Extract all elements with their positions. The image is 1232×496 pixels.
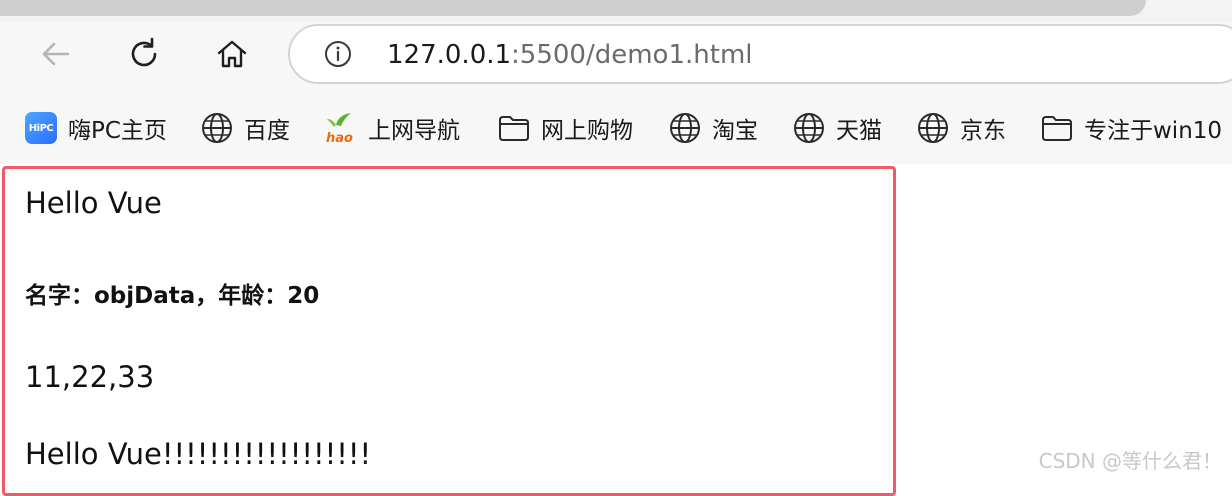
home-button[interactable] bbox=[212, 34, 252, 74]
hipc-logo-icon: HiPC bbox=[24, 111, 58, 145]
hao-logo-icon: hao bbox=[324, 111, 358, 145]
bookmark-taobao[interactable]: 淘宝 bbox=[668, 110, 758, 146]
home-icon bbox=[217, 40, 247, 68]
bookmark-jd[interactable]: 京东 bbox=[916, 110, 1006, 146]
bookmark-folder-shopping[interactable]: 网上购物 bbox=[497, 110, 633, 146]
hipc-badge: HiPC bbox=[25, 112, 57, 144]
arrow-left-icon bbox=[42, 42, 70, 66]
bookmark-baidu[interactable]: 百度 bbox=[200, 110, 290, 146]
globe-icon bbox=[916, 111, 950, 145]
svg-text:hao: hao bbox=[326, 131, 353, 145]
csdn-watermark: CSDN @等什么君！ bbox=[1038, 449, 1222, 473]
bookmark-label: 专注于win10 bbox=[1084, 118, 1223, 144]
info-icon[interactable] bbox=[324, 40, 352, 68]
bookmark-folder-win10[interactable]: 专注于win10 bbox=[1040, 110, 1222, 146]
tab-strip bbox=[0, 0, 1232, 22]
bookmark-hao-nav[interactable]: hao 上网导航 bbox=[324, 110, 460, 146]
bookmark-tmall[interactable]: 天猫 bbox=[792, 110, 882, 146]
globe-icon bbox=[792, 111, 826, 145]
bookmark-label: 淘宝 bbox=[712, 118, 758, 144]
bookmark-label: 嗨PC主页 bbox=[68, 118, 167, 144]
folder-icon bbox=[497, 111, 531, 145]
bookmark-label: 上网导航 bbox=[368, 118, 460, 144]
url-host: 127.0.0.1 bbox=[387, 40, 512, 70]
globe-icon bbox=[668, 111, 702, 145]
bookmark-label: 天猫 bbox=[836, 118, 882, 144]
message-excited-text: Hello Vue!!!!!!!!!!!!!!!!!! bbox=[25, 437, 372, 471]
globe-icon bbox=[200, 111, 234, 145]
bookmark-label: 京东 bbox=[960, 118, 1006, 144]
active-tab[interactable] bbox=[0, 0, 1146, 16]
bookmark-hipc[interactable]: HiPC 嗨PC主页 bbox=[24, 110, 167, 146]
bookmark-label: 百度 bbox=[244, 118, 290, 144]
bookmark-label: 网上购物 bbox=[541, 118, 633, 144]
page-content: Hello Vue 名字：objData，年龄：20 11,22,33 Hell… bbox=[0, 164, 1232, 496]
array-text: 11,22,33 bbox=[25, 360, 155, 394]
address-bar[interactable]: 127.0.0.1:5500/demo1.html bbox=[288, 24, 1232, 84]
info-heading: 名字：objData，年龄：20 bbox=[25, 283, 320, 309]
browser-toolbar: 127.0.0.1:5500/demo1.html bbox=[0, 22, 1232, 92]
bookmarks-bar: HiPC 嗨PC主页 百度 hao 上网导航 网上购物 淘宝 天猫 京东 专注于… bbox=[0, 92, 1232, 164]
url-text[interactable]: 127.0.0.1:5500/demo1.html bbox=[387, 40, 753, 70]
url-path: :5500/demo1.html bbox=[511, 40, 753, 70]
reload-button[interactable] bbox=[124, 34, 164, 74]
message-text: Hello Vue bbox=[25, 186, 162, 220]
folder-icon bbox=[1040, 111, 1074, 145]
back-button[interactable] bbox=[36, 34, 76, 74]
reload-icon bbox=[131, 37, 157, 67]
